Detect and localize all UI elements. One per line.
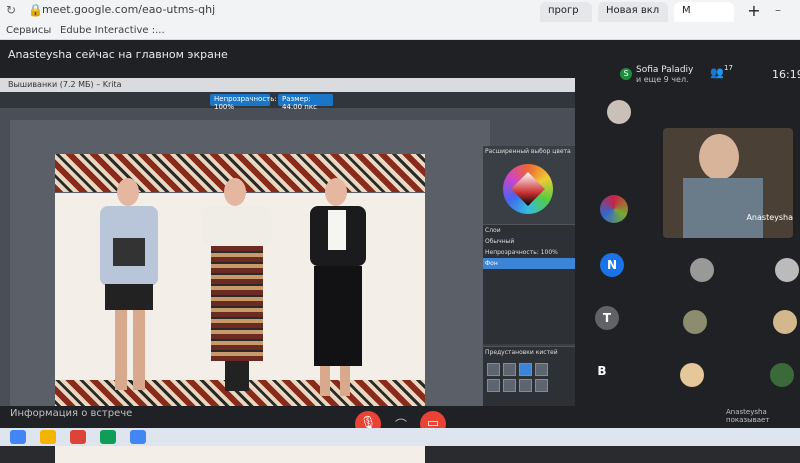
brush-1[interactable] xyxy=(487,363,500,376)
reload-icon[interactable]: ↻ xyxy=(6,3,16,17)
color-wheel[interactable] xyxy=(503,164,553,214)
app-icon-1[interactable] xyxy=(10,430,26,444)
presenting-banner: Anasteysha сейчас на главном экране xyxy=(8,48,228,61)
meet-container: Anasteysha сейчас на главном экране Выши… xyxy=(0,40,800,463)
brush-3[interactable] xyxy=(519,363,532,376)
os-taskbar xyxy=(0,428,800,446)
new-tab-button[interactable]: + xyxy=(745,2,763,20)
brush-presets-title: Предустановки кистей xyxy=(485,349,558,356)
size-field[interactable]: Размер: 44.00 пкс xyxy=(278,94,333,111)
brush-4[interactable] xyxy=(535,363,548,376)
avatar-n[interactable]: N xyxy=(600,253,624,277)
minimize-icon[interactable]: – xyxy=(775,3,781,17)
brush-6[interactable] xyxy=(503,379,516,392)
brush-2[interactable] xyxy=(503,363,516,376)
participant-photo-6[interactable] xyxy=(773,310,797,334)
tab-1[interactable]: прогр xyxy=(540,2,592,22)
app-icon-5[interactable] xyxy=(130,430,146,444)
shared-screen: Вышиванки (7.2 МБ) – Krita Непрозрачност… xyxy=(0,78,575,463)
app-icon-4[interactable] xyxy=(100,430,116,444)
bookmark-services[interactable]: Сервисы xyxy=(6,25,51,36)
participant-photo-5[interactable] xyxy=(683,310,707,334)
participant-count: 17 xyxy=(724,64,733,72)
participant-photo-2[interactable] xyxy=(600,195,628,223)
brush-7[interactable] xyxy=(519,379,532,392)
tab-2[interactable]: Новая вкл xyxy=(598,2,668,22)
layers-title: Слои xyxy=(485,227,501,234)
docker-title: Расширенный выбор цвета xyxy=(485,148,571,155)
lock-icon: 🔒 xyxy=(28,3,43,17)
app-icon-2[interactable] xyxy=(40,430,56,444)
meeting-info-label[interactable]: Информация о встрече xyxy=(10,408,132,419)
browser-toolbar: ↻ 🔒 meet.google.com/eao-utms-qhj прогр Н… xyxy=(0,0,800,22)
participant-photo-3[interactable] xyxy=(690,258,714,282)
opacity-field[interactable]: Непрозрачность: 100% xyxy=(210,94,277,111)
brush-8[interactable] xyxy=(535,379,548,392)
address-bar[interactable]: meet.google.com/eao-utms-qhj xyxy=(42,3,215,19)
avatar-b[interactable]: B xyxy=(590,359,614,383)
participant-video-tile[interactable]: Anasteysha xyxy=(663,128,793,238)
tab-3[interactable]: М xyxy=(674,2,734,22)
tile-label: Anasteysha xyxy=(746,213,793,222)
bookmark-edube[interactable]: Edube Interactive :... xyxy=(60,25,165,36)
layers-mode[interactable]: Обычный xyxy=(483,236,575,247)
participant-photo-8[interactable] xyxy=(770,363,794,387)
participant-photo-1[interactable] xyxy=(607,100,631,124)
layer-item[interactable]: Фон xyxy=(483,258,575,269)
avatar-t[interactable]: T xyxy=(595,306,619,330)
krita-toolbar: Непрозрачность: 100% Размер: 44.00 пкс xyxy=(0,92,575,111)
bookmarks-bar: Сервисы Edube Interactive :... xyxy=(0,22,800,40)
participant-photo-7[interactable] xyxy=(680,363,704,387)
brush-5[interactable] xyxy=(487,379,500,392)
app-icon-3[interactable] xyxy=(70,430,86,444)
participant-sidebar: Anasteysha N T B xyxy=(575,78,800,446)
participant-name: Sofia Paladiy xyxy=(636,65,694,75)
layers-panel: Слои Обычный Непрозрачность: 100% Фон xyxy=(483,224,575,344)
layers-opacity[interactable]: Непрозрачность: 100% xyxy=(483,247,575,258)
participant-photo-4[interactable] xyxy=(775,258,799,282)
krita-window-title: Вышиванки (7.2 МБ) – Krita xyxy=(0,78,575,92)
krita-docker: Расширенный выбор цвета Слои Обычный Неп… xyxy=(483,146,575,426)
presenter-label: Anasteysha показывает xyxy=(726,408,770,424)
